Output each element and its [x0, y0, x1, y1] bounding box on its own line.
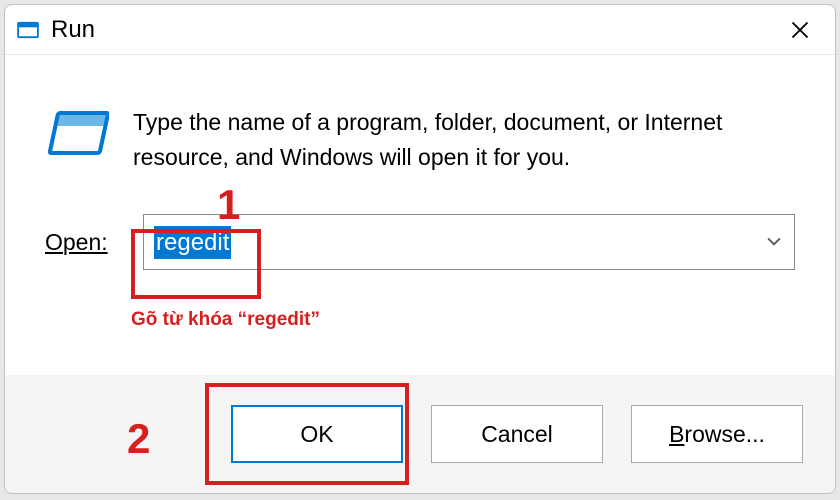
- titlebar: Run: [5, 5, 835, 55]
- run-titlebar-icon: [17, 19, 39, 41]
- run-body-icon: [45, 109, 109, 161]
- close-button[interactable]: [777, 10, 823, 50]
- dialog-description: Type the name of a program, folder, docu…: [133, 105, 795, 174]
- browse-button[interactable]: Browse...: [631, 405, 803, 463]
- command-combobox[interactable]: regedit: [143, 214, 795, 270]
- annotation-step-2: 2: [127, 415, 150, 463]
- open-label: Open:: [45, 229, 123, 256]
- annotation-step-1: 1: [217, 181, 240, 229]
- cancel-button[interactable]: Cancel: [431, 405, 603, 463]
- command-input[interactable]: [143, 214, 795, 270]
- dialog-body: Type the name of a program, folder, docu…: [5, 55, 835, 290]
- annotation-hint: Gõ từ khóa “regedit”: [131, 309, 320, 331]
- dialog-title: Run: [51, 16, 777, 44]
- ok-button[interactable]: OK: [231, 405, 403, 463]
- run-dialog: Run Type the name of a program, folder, …: [4, 4, 836, 494]
